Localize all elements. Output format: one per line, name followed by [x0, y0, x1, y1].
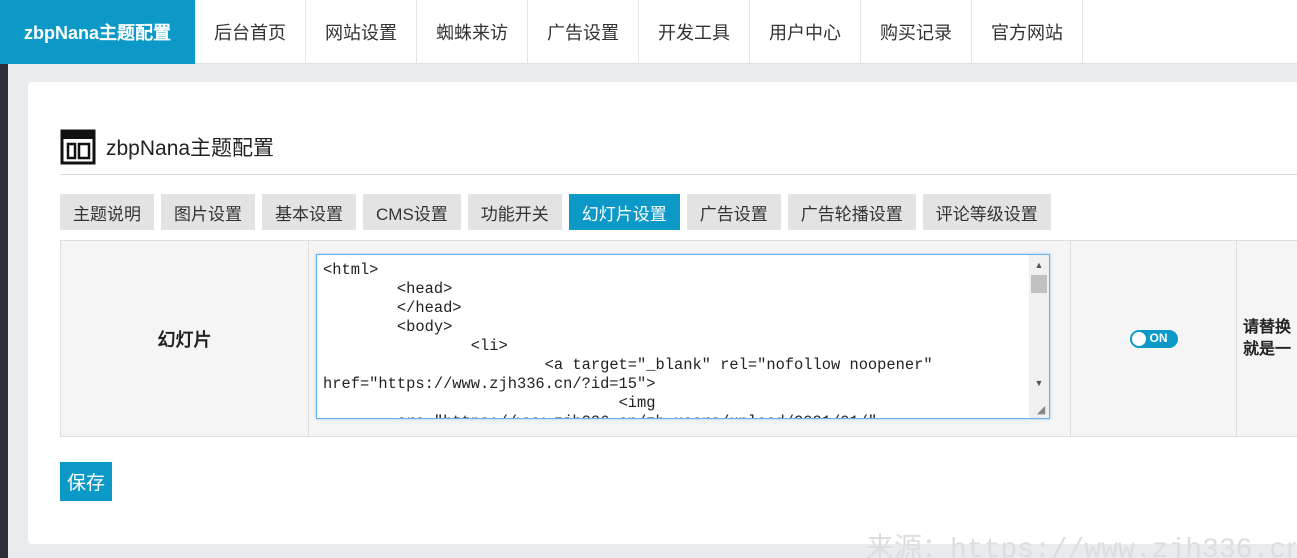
tab-image-settings[interactable]: 图片设置 — [161, 194, 255, 230]
page-header: zbpNana主题配置 — [60, 126, 274, 168]
tab-comment-level-settings[interactable]: 评论等级设置 — [922, 194, 1051, 230]
editor-cell: <html> <head> </head> <body> <li> <a tar… — [309, 241, 1071, 436]
save-button[interactable]: 保存 — [60, 462, 112, 501]
nav-item-official-site[interactable]: 官方网站 — [972, 0, 1083, 64]
tab-feature-switches[interactable]: 功能开关 — [467, 194, 562, 230]
nav-item-ad-settings[interactable]: 广告设置 — [528, 0, 639, 64]
nav-item-spider-visits[interactable]: 蜘蛛来访 — [417, 0, 528, 64]
nav-item-purchase-records[interactable]: 购买记录 — [861, 0, 972, 64]
resize-grip-icon[interactable]: ◢ — [1034, 403, 1048, 417]
tab-ad-settings[interactable]: 广告设置 — [686, 194, 781, 230]
settings-tabs: 主题说明 图片设置 基本设置 CMS设置 功能开关 幻灯片设置 广告设置 广告轮… — [60, 194, 1051, 230]
watermark: 来源：https://www.zjh336.cn — [866, 535, 1296, 558]
toggle-knob — [1131, 331, 1146, 346]
header-divider — [60, 174, 1297, 175]
setting-note: 请替换 就是一 — [1243, 319, 1292, 358]
settings-table: 幻灯片 <html> <head> </head> <body> <li> <a… — [60, 240, 1297, 437]
toggle-label: ON — [1149, 330, 1168, 345]
nav-item-user-center[interactable]: 用户中心 — [750, 0, 861, 64]
scroll-up-arrow-icon[interactable]: ▲ — [1029, 257, 1049, 273]
slideshow-toggle[interactable]: ON — [1129, 329, 1178, 348]
tab-slideshow-settings[interactable]: 幻灯片设置 — [568, 194, 680, 230]
layout-icon — [60, 129, 96, 165]
slideshow-html-textarea[interactable]: <html> <head> </head> <body> <li> <a tar… — [316, 254, 1050, 419]
tab-theme-info[interactable]: 主题说明 — [60, 194, 154, 230]
nav-item-site-settings[interactable]: 网站设置 — [306, 0, 417, 64]
top-navbar: zbpNana主题配置 后台首页 网站设置 蜘蛛来访 广告设置 开发工具 用户中… — [0, 0, 1297, 64]
tab-basic-settings[interactable]: 基本设置 — [262, 194, 356, 230]
tab-cms-settings[interactable]: CMS设置 — [363, 194, 461, 230]
nav-item-dev-tools[interactable]: 开发工具 — [639, 0, 750, 64]
scroll-down-arrow-icon[interactable]: ▼ — [1029, 375, 1049, 391]
nav-item-admin-home[interactable]: 后台首页 — [195, 0, 306, 64]
textarea-content[interactable]: <html> <head> </head> <body> <li> <a tar… — [323, 261, 1023, 418]
textarea-scrollbar[interactable]: ▲ ▼ — [1029, 255, 1049, 418]
scrollbar-thumb[interactable] — [1031, 275, 1047, 293]
left-sidebar-edge — [0, 64, 8, 558]
setting-label: 幻灯片 — [61, 241, 309, 436]
tab-ad-carousel-settings[interactable]: 广告轮播设置 — [787, 194, 916, 230]
page-title: zbpNana主题配置 — [106, 137, 275, 160]
brand-tab[interactable]: zbpNana主题配置 — [0, 0, 195, 64]
toggle-cell: ON — [1071, 241, 1237, 436]
